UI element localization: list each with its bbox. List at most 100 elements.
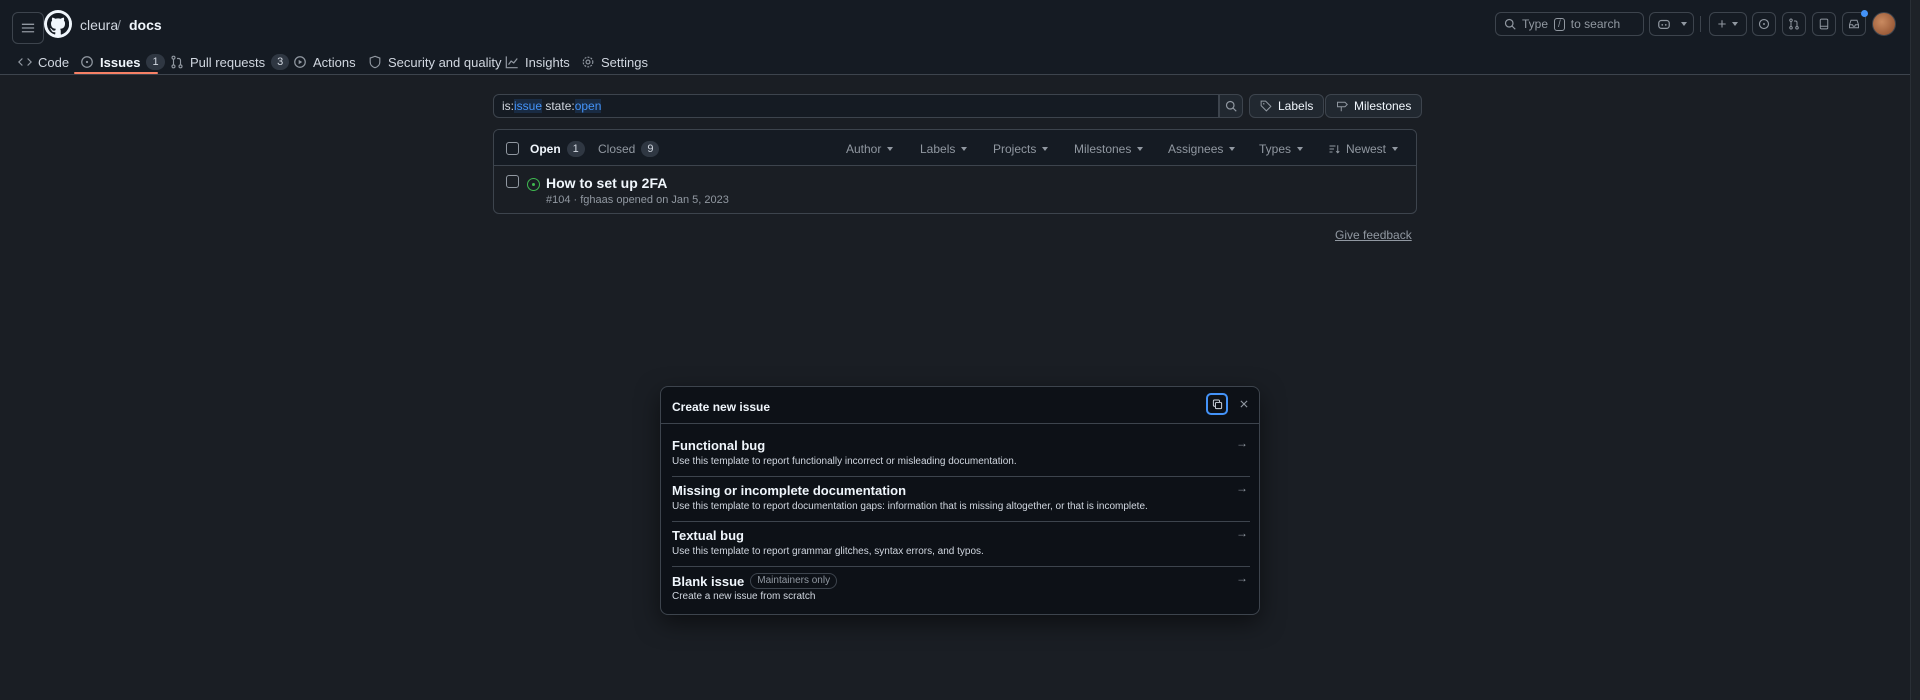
caret-down-icon	[887, 147, 894, 151]
page-scrollbar[interactable]	[1910, 0, 1920, 700]
template-name-text: Blank issue	[672, 573, 745, 589]
tab-code-label: Code	[38, 54, 70, 70]
filter-milestones-label: Milestones	[1074, 142, 1132, 156]
search-shortcut-key: /	[1554, 17, 1565, 31]
filter-search-button[interactable]	[1219, 94, 1243, 118]
labels-button[interactable]: Labels	[1249, 94, 1325, 118]
template-description: Create a new issue from scratch	[672, 591, 816, 602]
template-functional-bug[interactable]: Functional bug Use this template to repo…	[672, 432, 1250, 477]
template-description: Use this template to report documentatio…	[672, 501, 1148, 512]
caret-down-icon	[1137, 147, 1144, 151]
header-divider	[1700, 16, 1701, 32]
tab-pull-requests[interactable]: Pull requests 3	[170, 50, 290, 74]
open-issues-toggle[interactable]: Open 1	[530, 141, 585, 157]
create-issue-dialog: Create new issue Functional bug Use this…	[660, 386, 1260, 615]
tab-settings[interactable]: Settings	[581, 50, 648, 74]
maintainers-only-badge: Maintainers only	[750, 573, 838, 589]
search-icon	[1225, 100, 1237, 112]
arrow-right-icon: →	[1236, 436, 1248, 450]
template-name-text: Functional bug	[672, 438, 766, 453]
breadcrumb-owner[interactable]: cleura	[80, 17, 118, 33]
issue-title-link[interactable]: How to set up 2FA	[546, 175, 667, 191]
give-feedback-link[interactable]: Give feedback	[1335, 228, 1412, 242]
dialog-divider	[661, 423, 1259, 424]
search-placeholder-suffix: to search	[1570, 17, 1621, 31]
github-logo-icon[interactable]	[44, 10, 72, 38]
breadcrumb-separator: /	[117, 17, 121, 33]
copy-icon	[1212, 399, 1222, 409]
global-search-input[interactable]: Type / to search	[1495, 12, 1644, 36]
filter-is-value: issue	[514, 99, 543, 113]
issue-opened-icon	[1758, 18, 1770, 30]
filter-projects[interactable]: Projects	[993, 142, 1049, 156]
issue-checkbox[interactable]	[506, 175, 519, 188]
user-avatar[interactable]	[1872, 12, 1896, 36]
search-placeholder-prefix: Type	[1522, 17, 1549, 31]
repositories-button[interactable]	[1812, 12, 1836, 36]
open-label: Open	[530, 142, 561, 156]
closed-count: 9	[641, 141, 660, 157]
shield-icon	[369, 55, 381, 69]
filter-assignees[interactable]: Assignees	[1168, 142, 1236, 156]
arrow-right-icon: →	[1236, 481, 1248, 495]
arrow-right-icon: →	[1236, 526, 1248, 540]
copy-link-button[interactable]	[1206, 393, 1228, 415]
close-icon	[1240, 400, 1248, 408]
template-blank-issue[interactable]: Blank issue Maintainers only Create a ne…	[672, 567, 1250, 612]
caret-down-icon	[1042, 147, 1049, 151]
filter-milestones[interactable]: Milestones	[1074, 142, 1144, 156]
tab-pull-requests-label: Pull requests	[190, 54, 266, 70]
issue-opened-icon	[527, 178, 540, 191]
filter-author[interactable]: Author	[846, 142, 894, 156]
tab-actions-label: Actions	[313, 54, 356, 70]
global-header: cleura / docs Type / to search + Code Is…	[0, 0, 1910, 75]
close-dialog-button[interactable]	[1236, 396, 1252, 412]
filter-is-key: is:	[502, 99, 514, 113]
filter-assignees-label: Assignees	[1168, 142, 1224, 156]
tab-pull-requests-count: 3	[271, 54, 290, 70]
issues-shortcut-button[interactable]	[1752, 12, 1776, 36]
template-description: Use this template to report grammar glit…	[672, 546, 984, 557]
template-textual-bug[interactable]: Textual bug Use this template to report …	[672, 522, 1250, 567]
caret-down-icon	[1297, 147, 1304, 151]
filter-types-label: Types	[1259, 142, 1292, 156]
issue-meta: #104 · fghaas opened on Jan 5, 2023	[546, 194, 729, 206]
filter-labels[interactable]: Labels	[920, 142, 968, 156]
filter-state-value: open	[574, 99, 602, 113]
closed-issues-toggle[interactable]: Closed 9	[598, 141, 660, 157]
pull-requests-shortcut-button[interactable]	[1782, 12, 1806, 36]
hamburger-menu-button[interactable]	[12, 12, 44, 44]
tab-issues[interactable]: Issues 1	[80, 50, 165, 74]
filter-types[interactable]: Types	[1259, 142, 1304, 156]
tab-issues-label: Issues	[100, 54, 141, 70]
milestone-icon	[1337, 101, 1348, 112]
copilot-button[interactable]	[1649, 12, 1694, 36]
template-name: Missing or incomplete documentation	[672, 483, 906, 498]
active-tab-indicator	[74, 72, 158, 74]
copilot-icon	[1657, 19, 1670, 29]
template-description: Use this template to report functionally…	[672, 456, 1017, 467]
caret-down-icon	[961, 147, 968, 151]
template-name: Functional bug	[672, 438, 765, 453]
tab-security[interactable]: Security and quality	[368, 50, 501, 74]
tab-security-label: Security and quality	[388, 54, 502, 70]
tab-actions[interactable]: Actions	[293, 50, 356, 74]
template-name-text: Missing or incomplete documentation	[672, 483, 907, 498]
tab-code[interactable]: Code	[18, 50, 69, 74]
create-new-button[interactable]: +	[1709, 12, 1747, 36]
select-all-checkbox[interactable]	[506, 142, 519, 155]
sort-newest-label: Newest	[1346, 142, 1387, 156]
notification-dot	[1861, 10, 1868, 17]
gear-icon	[582, 56, 594, 68]
sort-newest[interactable]: Newest	[1328, 142, 1399, 156]
tab-settings-label: Settings	[601, 54, 648, 70]
milestones-button[interactable]: Milestones	[1325, 94, 1423, 118]
sort-desc-icon	[1329, 145, 1340, 154]
tab-issues-count: 1	[146, 54, 165, 70]
tab-insights[interactable]: Insights	[505, 50, 570, 74]
template-missing-docs[interactable]: Missing or incomplete documentation Use …	[672, 477, 1250, 522]
issues-list-header: Open 1 Closed 9 Author Labels Projects M…	[494, 130, 1416, 166]
issue-filter-input[interactable]: is: issue state: open	[493, 94, 1219, 118]
chevron-down-icon	[1680, 22, 1687, 26]
breadcrumb-repo[interactable]: docs	[129, 17, 162, 33]
